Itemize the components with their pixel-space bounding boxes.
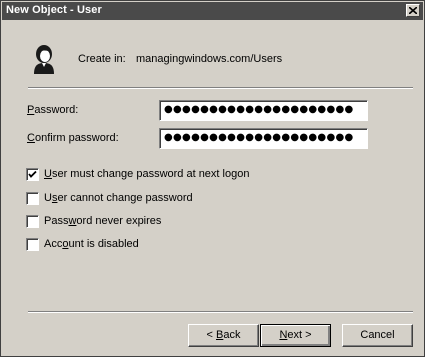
checkmark-icon: [28, 170, 37, 178]
close-button[interactable]: [406, 4, 420, 17]
separator-top: [28, 87, 413, 89]
cannot-change-password-checkbox[interactable]: [26, 192, 39, 205]
password-never-expires-label: Password never expires: [44, 215, 162, 227]
separator-bottom: [28, 311, 413, 313]
next-button[interactable]: Next >: [260, 324, 331, 347]
create-in-path: managingwindows.com/Users: [136, 53, 283, 65]
cannot-change-password-label: User cannot change password: [44, 192, 193, 204]
cancel-button[interactable]: Cancel: [342, 324, 413, 347]
user-icon: [34, 45, 54, 74]
create-in-label: Create in:: [78, 53, 126, 65]
confirm-password-field[interactable]: ●●●●●●●●●●●●●●●●●●●●●: [159, 128, 368, 149]
must-change-password-label: User must change password at next logon: [44, 168, 250, 180]
dialog-window: New Object - User Create in: managingwin…: [0, 0, 425, 357]
back-button[interactable]: < Back: [188, 324, 259, 347]
password-label: Password:: [27, 104, 79, 116]
must-change-password-checkbox[interactable]: [26, 168, 39, 181]
title-bar[interactable]: New Object - User: [2, 2, 423, 20]
account-disabled-checkbox[interactable]: [26, 238, 39, 251]
close-x-icon: [409, 7, 417, 14]
password-never-expires-checkbox[interactable]: [26, 215, 39, 228]
window-title: New Object - User: [6, 4, 102, 16]
password-field[interactable]: ●●●●●●●●●●●●●●●●●●●●●: [159, 100, 368, 121]
account-disabled-label: Account is disabled: [44, 238, 139, 250]
confirm-password-label: Confirm password:: [27, 132, 119, 144]
